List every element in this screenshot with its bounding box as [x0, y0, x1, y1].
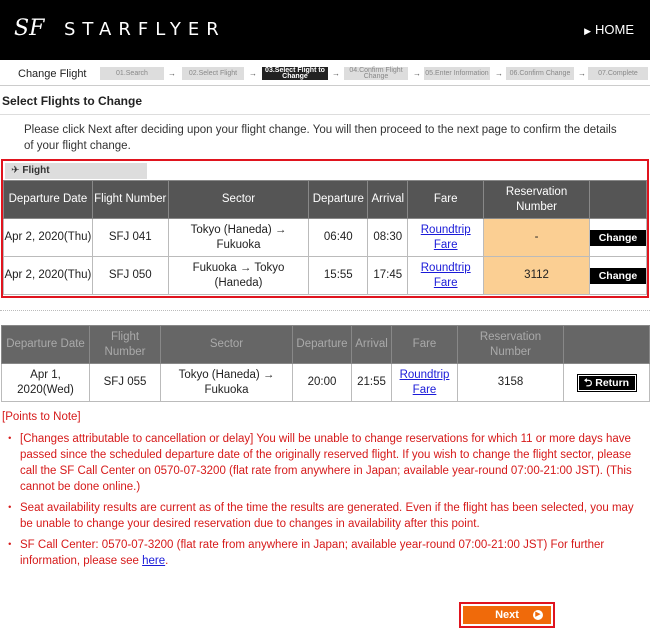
- progress-steps: Change Flight 01.Search → 02.Select Flig…: [0, 62, 650, 86]
- home-link[interactable]: ▶ HOME: [584, 22, 634, 37]
- arrow-circle-right-icon: ▶: [533, 610, 543, 620]
- flight-number: SFJ 041: [91, 218, 169, 257]
- reservation-number: 3112: [483, 256, 590, 295]
- page-title: Select Flights to Change: [0, 93, 650, 115]
- col-flight-number: Flight Number: [89, 325, 161, 364]
- col-departure-date: Departure Date: [3, 180, 93, 219]
- arrival-time: 08:30: [367, 218, 409, 257]
- col-sector: Sector: [160, 325, 293, 364]
- return-arrow-icon: ⮌: [583, 376, 596, 389]
- step-select-flight-to-change: 03.Select Flight to Change: [262, 67, 328, 80]
- next-button-highlight: Next ▶: [459, 602, 555, 628]
- table-row: Apr 2, 2020(Thu) SFJ 041 Tokyo (Haneda) …: [3, 218, 648, 257]
- step-search: 01.Search: [100, 67, 164, 80]
- arrow-right-icon: →: [578, 69, 586, 78]
- step-enter-information: 05.Enter Information: [424, 67, 490, 80]
- reservation-number: -: [483, 218, 590, 257]
- selected-flights-panel: ✈ Flight Departure Date Flight Number Sec…: [1, 159, 649, 298]
- col-arrival: Arrival: [351, 325, 392, 364]
- next-label: Next: [495, 609, 519, 621]
- next-button[interactable]: Next ▶: [463, 606, 551, 624]
- arrival-time: 17:45: [367, 256, 409, 295]
- chevron-right-icon: ▶: [584, 26, 591, 36]
- here-link[interactable]: here: [142, 555, 165, 567]
- starflyer-logo-text: STARFLYER: [64, 19, 226, 40]
- departure-date: Apr 2, 2020(Thu): [3, 218, 93, 257]
- departure-time: 06:40: [308, 218, 369, 257]
- fare-link[interactable]: Roundtrip Fare: [400, 369, 450, 396]
- col-reservation-number: Reservation Number: [483, 180, 590, 219]
- arrow-right-icon: →: [168, 69, 176, 78]
- action-cell: ⮌ Return: [563, 363, 650, 402]
- return-button[interactable]: ⮌ Return: [576, 373, 637, 392]
- other-flights-table: Departure Date Flight Number Sector Depa…: [1, 325, 650, 402]
- col-departure: Departure: [308, 180, 369, 219]
- fare-cell: Roundtrip Fare: [391, 363, 458, 402]
- departure-time: 20:00: [292, 363, 352, 402]
- flight-tab: ✈ Flight: [5, 163, 147, 179]
- airplane-icon: ✈: [11, 165, 20, 176]
- sector: Fukuoka → Tokyo (Haneda): [167, 256, 310, 295]
- col-sector: Sector: [167, 180, 310, 219]
- note-suffix: .: [165, 555, 169, 567]
- sector: Tokyo (Haneda) → Fukuoka: [160, 363, 293, 402]
- change-button[interactable]: Change: [589, 267, 646, 284]
- arrow-right-icon: →: [249, 69, 257, 78]
- flight-tab-label: Flight: [22, 165, 50, 176]
- col-fare: Fare: [407, 180, 485, 219]
- step-confirm-change: 06.Confirm Change: [506, 67, 574, 80]
- site-header: SF STARFLYER ▶ HOME: [0, 0, 650, 60]
- fare-link[interactable]: Roundtrip Fare: [421, 262, 471, 289]
- table-row: Apr 2, 2020(Thu) SFJ 050 Fukuoka → Tokyo…: [3, 256, 648, 295]
- departure-time: 15:55: [308, 256, 369, 295]
- col-reservation-number: Reservation Number: [457, 325, 564, 364]
- steps-label: Change Flight: [18, 68, 87, 80]
- col-flight-number: Flight Number: [91, 180, 169, 219]
- flight-number: SFJ 055: [89, 363, 161, 402]
- sector: Tokyo (Haneda) → Fukuoka: [167, 218, 310, 257]
- arrow-right-icon: →: [495, 69, 503, 78]
- fare-link[interactable]: Roundtrip Fare: [421, 224, 471, 251]
- note-item: SF Call Center: 0570-07-3200 (flat rate …: [2, 537, 647, 569]
- change-button[interactable]: Change: [589, 229, 646, 246]
- selected-flights-table: Departure Date Flight Number Sector Depa…: [3, 180, 648, 295]
- col-action: [588, 180, 648, 219]
- col-arrival: Arrival: [367, 180, 409, 219]
- departure-date: Apr 2, 2020(Thu): [3, 256, 93, 295]
- action-cell: Change: [588, 256, 648, 295]
- col-action: [563, 325, 650, 364]
- arrow-right-icon: →: [413, 69, 421, 78]
- step-complete: 07.Complete: [588, 67, 648, 80]
- flight-number: SFJ 050: [91, 256, 169, 295]
- note-text: SF Call Center: 0570-07-3200 (flat rate …: [20, 539, 605, 567]
- departure-date: Apr 1, 2020(Wed): [1, 363, 90, 402]
- col-departure-date: Departure Date: [1, 325, 90, 364]
- notes-list: [Changes attributable to cancellation or…: [2, 431, 647, 569]
- step-confirm-flight-change: 04.Confirm Flight Change: [344, 67, 408, 80]
- notes-title: [Points to Note]: [2, 411, 81, 423]
- note-item: [Changes attributable to cancellation or…: [2, 431, 647, 495]
- arrival-time: 21:55: [351, 363, 392, 402]
- points-to-note: [Points to Note] [Changes attributable t…: [2, 409, 647, 574]
- arrow-right-icon: →: [332, 69, 340, 78]
- action-cell: Change: [588, 218, 648, 257]
- intro-text: Please click Next after deciding upon yo…: [24, 124, 617, 152]
- col-departure: Departure: [292, 325, 352, 364]
- step-select-flight: 02.Select Flight: [182, 67, 244, 80]
- table-row: Apr 1, 2020(Wed) SFJ 055 Tokyo (Haneda) …: [1, 363, 650, 402]
- return-label: Return: [595, 376, 630, 389]
- fare-cell: Roundtrip Fare: [407, 218, 485, 257]
- home-label: HOME: [595, 22, 634, 37]
- note-item: Seat availability results are current as…: [2, 500, 647, 532]
- divider: [0, 310, 650, 311]
- reservation-number: 3158: [457, 363, 564, 402]
- starflyer-logo-mark: SF: [14, 16, 45, 41]
- col-fare: Fare: [391, 325, 458, 364]
- fare-cell: Roundtrip Fare: [407, 256, 485, 295]
